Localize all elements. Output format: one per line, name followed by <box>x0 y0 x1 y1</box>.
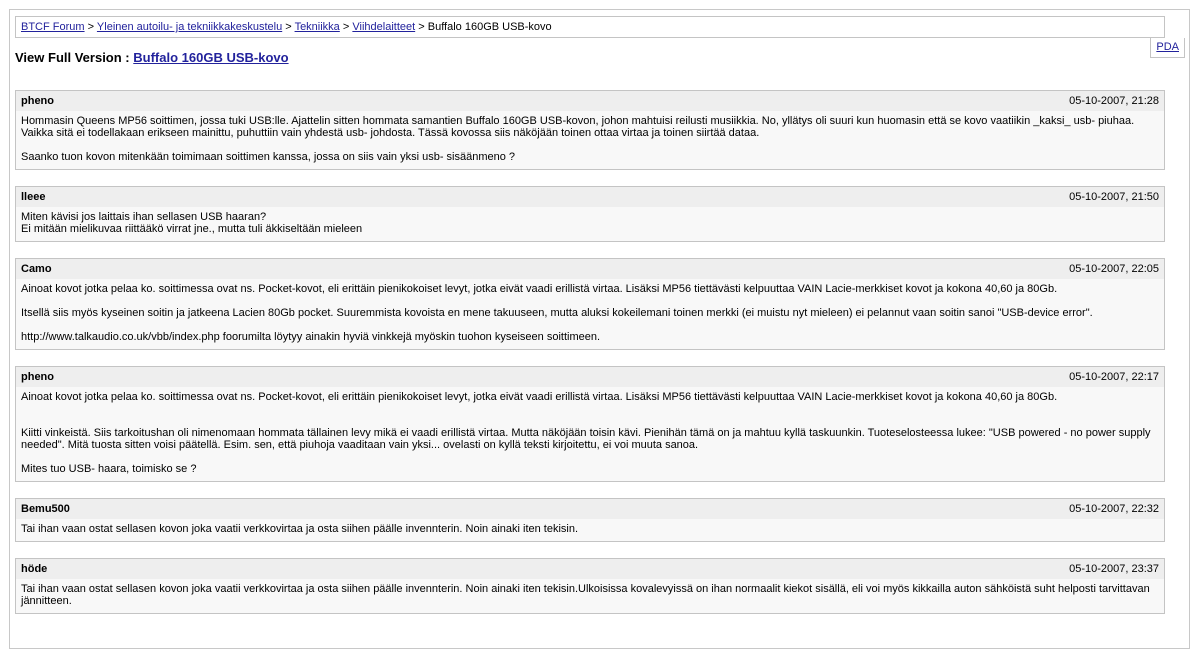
post-header: Bemu500 05-10-2007, 22:32 <box>16 499 1164 519</box>
post-body: Tai ihan vaan ostat sellasen kovon joka … <box>16 519 1164 541</box>
post-date: 05-10-2007, 22:17 <box>1069 371 1159 383</box>
post: pheno 05-10-2007, 21:28 Hommasin Queens … <box>15 90 1165 170</box>
breadcrumb-link-tekniikka[interactable]: Tekniikka <box>295 21 340 33</box>
pda-link[interactable]: PDA <box>1156 41 1179 53</box>
breadcrumb-link-forum[interactable]: BTCF Forum <box>21 21 85 33</box>
post-header: pheno 05-10-2007, 21:28 <box>16 91 1164 111</box>
post-author: pheno <box>21 371 54 383</box>
breadcrumb-separator: > <box>87 21 95 33</box>
post-body: Ainoat kovot jotka pelaa ko. soittimessa… <box>16 387 1164 481</box>
breadcrumb-link-viihdelaitteet[interactable]: Viihdelaitteet <box>352 21 415 33</box>
post-header: höde 05-10-2007, 23:37 <box>16 559 1164 579</box>
post-author: pheno <box>21 95 54 107</box>
breadcrumb-separator: > <box>418 21 425 33</box>
post-text: Ainoat kovot jotka pelaa ko. soittimessa… <box>21 283 1093 343</box>
post-author: Camo <box>21 263 52 275</box>
post: lleee 05-10-2007, 21:50 Miten kävisi jos… <box>15 186 1165 242</box>
page-title: View Full Version : Buffalo 160GB USB-ko… <box>15 50 289 66</box>
post: Bemu500 05-10-2007, 22:32 Tai ihan vaan … <box>15 498 1165 542</box>
post-body: Hommasin Queens MP56 soittimen, jossa tu… <box>16 111 1164 169</box>
post: Camo 05-10-2007, 22:05 Ainoat kovot jotk… <box>15 258 1165 350</box>
page-title-prefix: View Full Version : <box>15 50 130 65</box>
breadcrumb-current: Buffalo 160GB USB-kovo <box>427 21 552 33</box>
post-header: Camo 05-10-2007, 22:05 <box>16 259 1164 279</box>
post-body: Ainoat kovot jotka pelaa ko. soittimessa… <box>16 279 1164 349</box>
post-text: Tai ihan vaan ostat sellasen kovon joka … <box>21 523 579 535</box>
post-body: Miten kävisi jos laittais ihan sellasen … <box>16 207 1164 241</box>
post-author: Bemu500 <box>21 503 70 515</box>
breadcrumb-separator: > <box>342 21 350 33</box>
post-author: lleee <box>21 191 46 203</box>
post-body: Tai ihan vaan ostat sellasen kovon joka … <box>16 579 1164 613</box>
post-date: 05-10-2007, 21:50 <box>1069 191 1159 203</box>
post-date: 05-10-2007, 23:37 <box>1069 563 1159 575</box>
post-author: höde <box>21 563 48 575</box>
post: höde 05-10-2007, 23:37 Tai ihan vaan ost… <box>15 558 1165 614</box>
thread-title-link[interactable]: Buffalo 160GB USB-kovo <box>133 50 288 65</box>
post-text: Miten kävisi jos laittais ihan sellasen … <box>21 211 363 235</box>
post-text: Hommasin Queens MP56 soittimen, jossa tu… <box>21 115 1135 163</box>
post: pheno 05-10-2007, 22:17 Ainoat kovot jot… <box>15 366 1165 482</box>
post-header: lleee 05-10-2007, 21:50 <box>16 187 1164 207</box>
post-date: 05-10-2007, 22:32 <box>1069 503 1159 515</box>
post-text: Tai ihan vaan ostat sellasen kovon joka … <box>21 583 1153 607</box>
post-header: pheno 05-10-2007, 22:17 <box>16 367 1164 387</box>
post-date: 05-10-2007, 21:28 <box>1069 95 1159 107</box>
pda-box: PDA <box>1150 38 1185 58</box>
post-date: 05-10-2007, 22:05 <box>1069 263 1159 275</box>
post-text: Ainoat kovot jotka pelaa ko. soittimessa… <box>21 391 1151 475</box>
breadcrumb-link-general[interactable]: Yleinen autoilu- ja tekniikkakeskustelu <box>97 21 282 33</box>
breadcrumb: BTCF Forum > Yleinen autoilu- ja tekniik… <box>15 16 1165 38</box>
breadcrumb-separator: > <box>285 21 292 33</box>
